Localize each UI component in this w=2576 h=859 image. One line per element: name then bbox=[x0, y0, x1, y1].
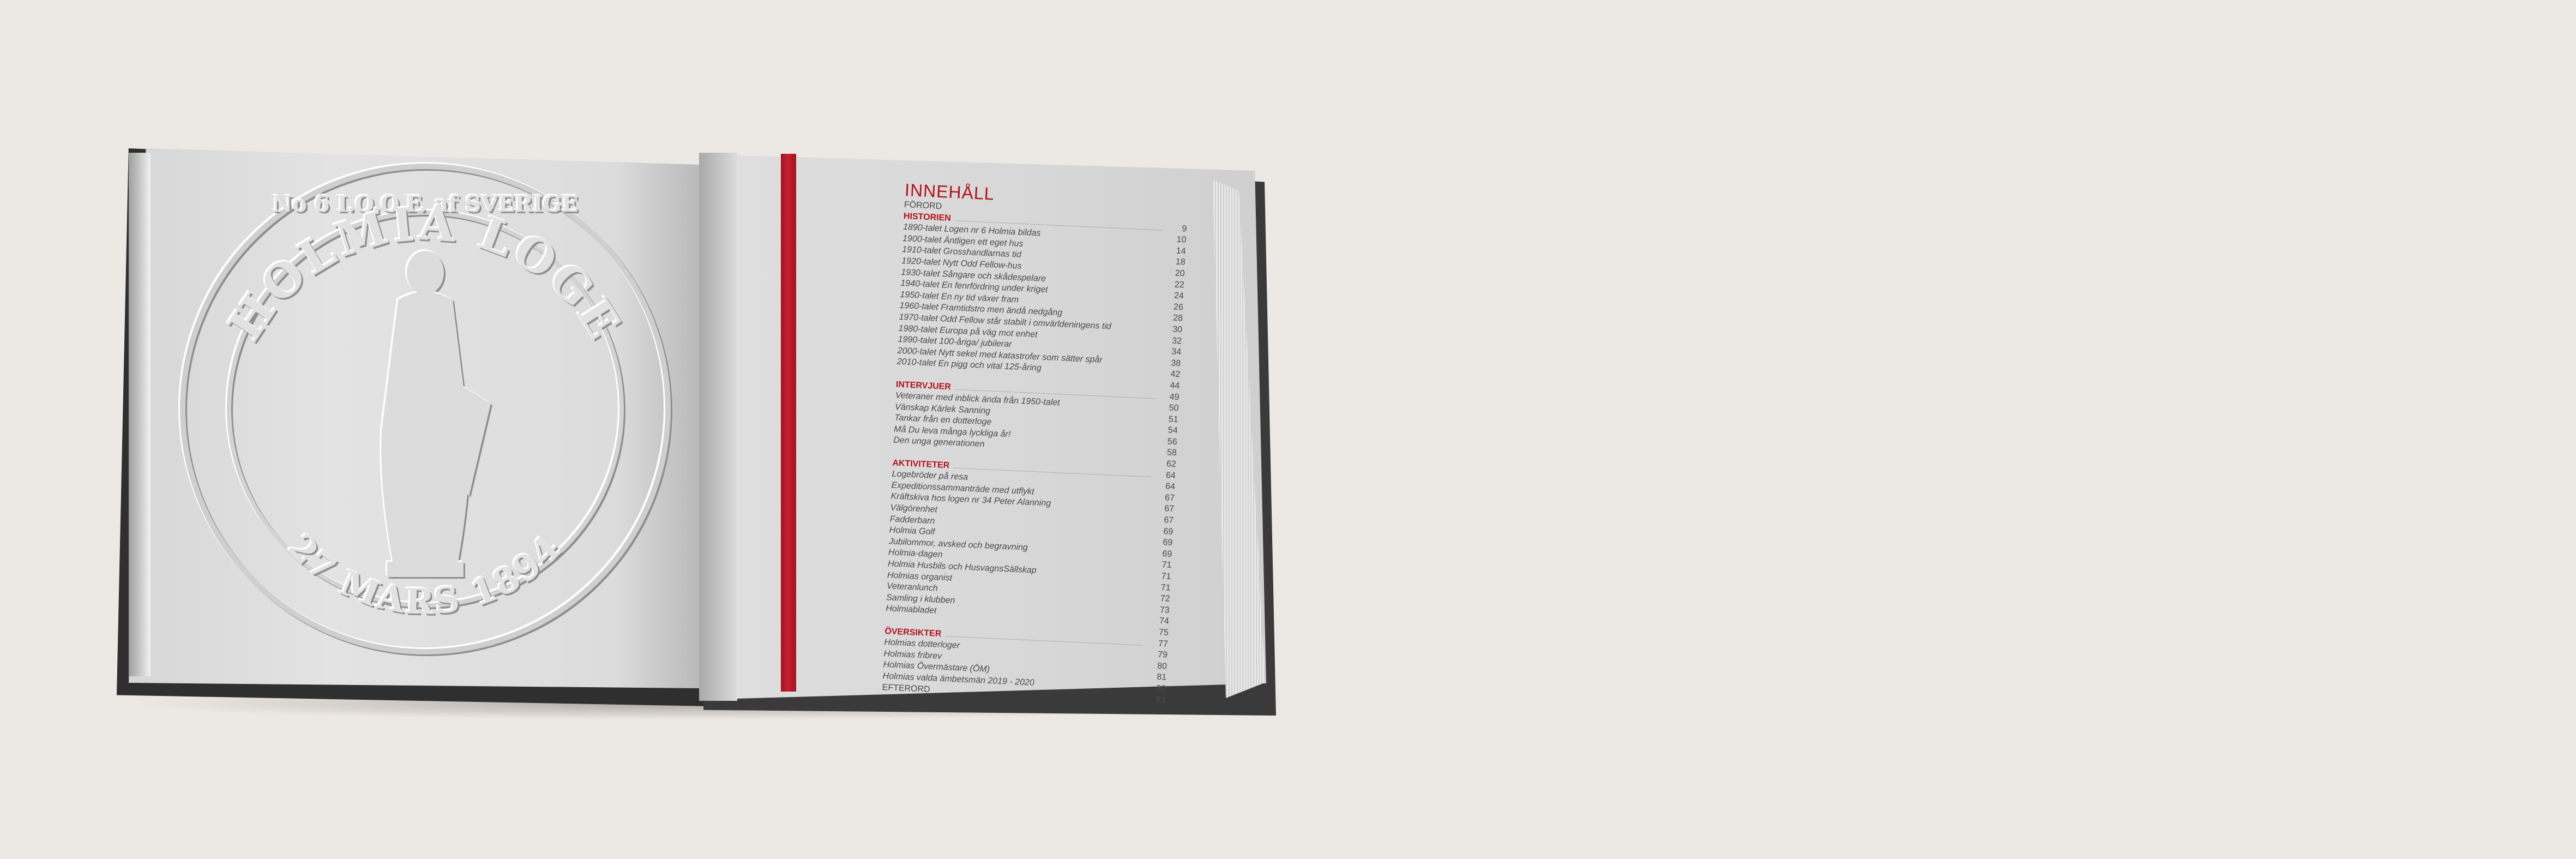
toc-page-number: 30 bbox=[1172, 325, 1183, 335]
toc-page-number: 81 bbox=[1156, 672, 1167, 683]
toc-page-number: 80 bbox=[1157, 661, 1167, 671]
toc-entry-label: EFTERORD bbox=[882, 682, 931, 694]
toc-page-number: 69 bbox=[1163, 526, 1173, 537]
toc-page-number: 67 bbox=[1164, 504, 1175, 514]
toc-page-number: 62 bbox=[1166, 459, 1177, 470]
toc-page-number: 75 bbox=[1158, 627, 1169, 638]
toc-page-number bbox=[1165, 219, 1187, 220]
toc-page-number: 71 bbox=[1161, 572, 1171, 581]
toc-page-number: 51 bbox=[1168, 415, 1178, 424]
toc-page-number: 82 bbox=[1156, 683, 1166, 694]
toc-page-number: 74 bbox=[1159, 616, 1170, 627]
toc-page-number: 42 bbox=[1170, 369, 1181, 380]
book-photo: HOLMIA LOGE No 6 I.O.O.F. af SVERIGE 27 … bbox=[0, 0, 2576, 859]
toc-page-number: 83 bbox=[1155, 695, 1166, 705]
toc-page-number: 58 bbox=[1166, 448, 1177, 458]
toc-page-number: 32 bbox=[1171, 336, 1182, 346]
table-of-contents: INNEHÅLL FÖRORD HISTORIEN 9 1890-talet Loge… bbox=[882, 180, 1188, 706]
toc-page-number: 79 bbox=[1157, 650, 1168, 660]
toc-page-number: 38 bbox=[1171, 358, 1181, 368]
toc-page-number: 64 bbox=[1165, 482, 1176, 492]
toc-page-number: 34 bbox=[1171, 347, 1182, 357]
toc-page-number: 24 bbox=[1173, 291, 1184, 301]
toc-page-number: 14 bbox=[1176, 246, 1186, 256]
toc-page-number: 77 bbox=[1158, 639, 1169, 649]
seal-number-text: No 6 I.O.O.F. af SVERIGE bbox=[273, 191, 579, 217]
toc-page-number: 44 bbox=[1170, 381, 1180, 391]
toc-list: FÖRORD HISTORIEN 9 1890-talet Logen nr 6 Ho… bbox=[882, 200, 1188, 706]
toc-page-number: 28 bbox=[1172, 313, 1183, 323]
toc-page-number: 10 bbox=[1176, 235, 1187, 245]
robed-figure-icon bbox=[381, 251, 491, 577]
toc-page-number: 69 bbox=[1162, 549, 1172, 559]
toc-page-number: 18 bbox=[1175, 257, 1186, 267]
toc-page-number: 69 bbox=[1163, 538, 1173, 548]
toc-page-number: 71 bbox=[1161, 560, 1172, 570]
toc-page-number: 71 bbox=[1160, 582, 1171, 593]
toc-page-number: 73 bbox=[1159, 605, 1170, 615]
toc-page-number: 49 bbox=[1169, 392, 1179, 402]
toc-page-number: 20 bbox=[1175, 268, 1185, 279]
toc-page-number: 54 bbox=[1167, 425, 1178, 436]
toc-page-number: 64 bbox=[1165, 470, 1176, 480]
toc-page-number: 22 bbox=[1174, 280, 1185, 290]
book-gutter bbox=[699, 153, 737, 701]
toc-entry-label: Holmiabladet bbox=[885, 604, 937, 616]
toc-page-number: 26 bbox=[1173, 302, 1184, 313]
toc-page-number: 67 bbox=[1164, 515, 1174, 525]
toc-page-number: 56 bbox=[1167, 437, 1178, 447]
red-ribbon-bookmark bbox=[781, 154, 796, 692]
toc-page-number: 67 bbox=[1164, 493, 1175, 503]
embossed-seal: HOLMIA LOGE No 6 I.O.O.F. af SVERIGE 27 … bbox=[180, 164, 671, 654]
left-page-edge bbox=[129, 153, 151, 676]
toc-page-number: 50 bbox=[1169, 403, 1179, 413]
toc-page-number: 9 bbox=[1182, 224, 1187, 234]
toc-page-number: 72 bbox=[1160, 594, 1171, 604]
